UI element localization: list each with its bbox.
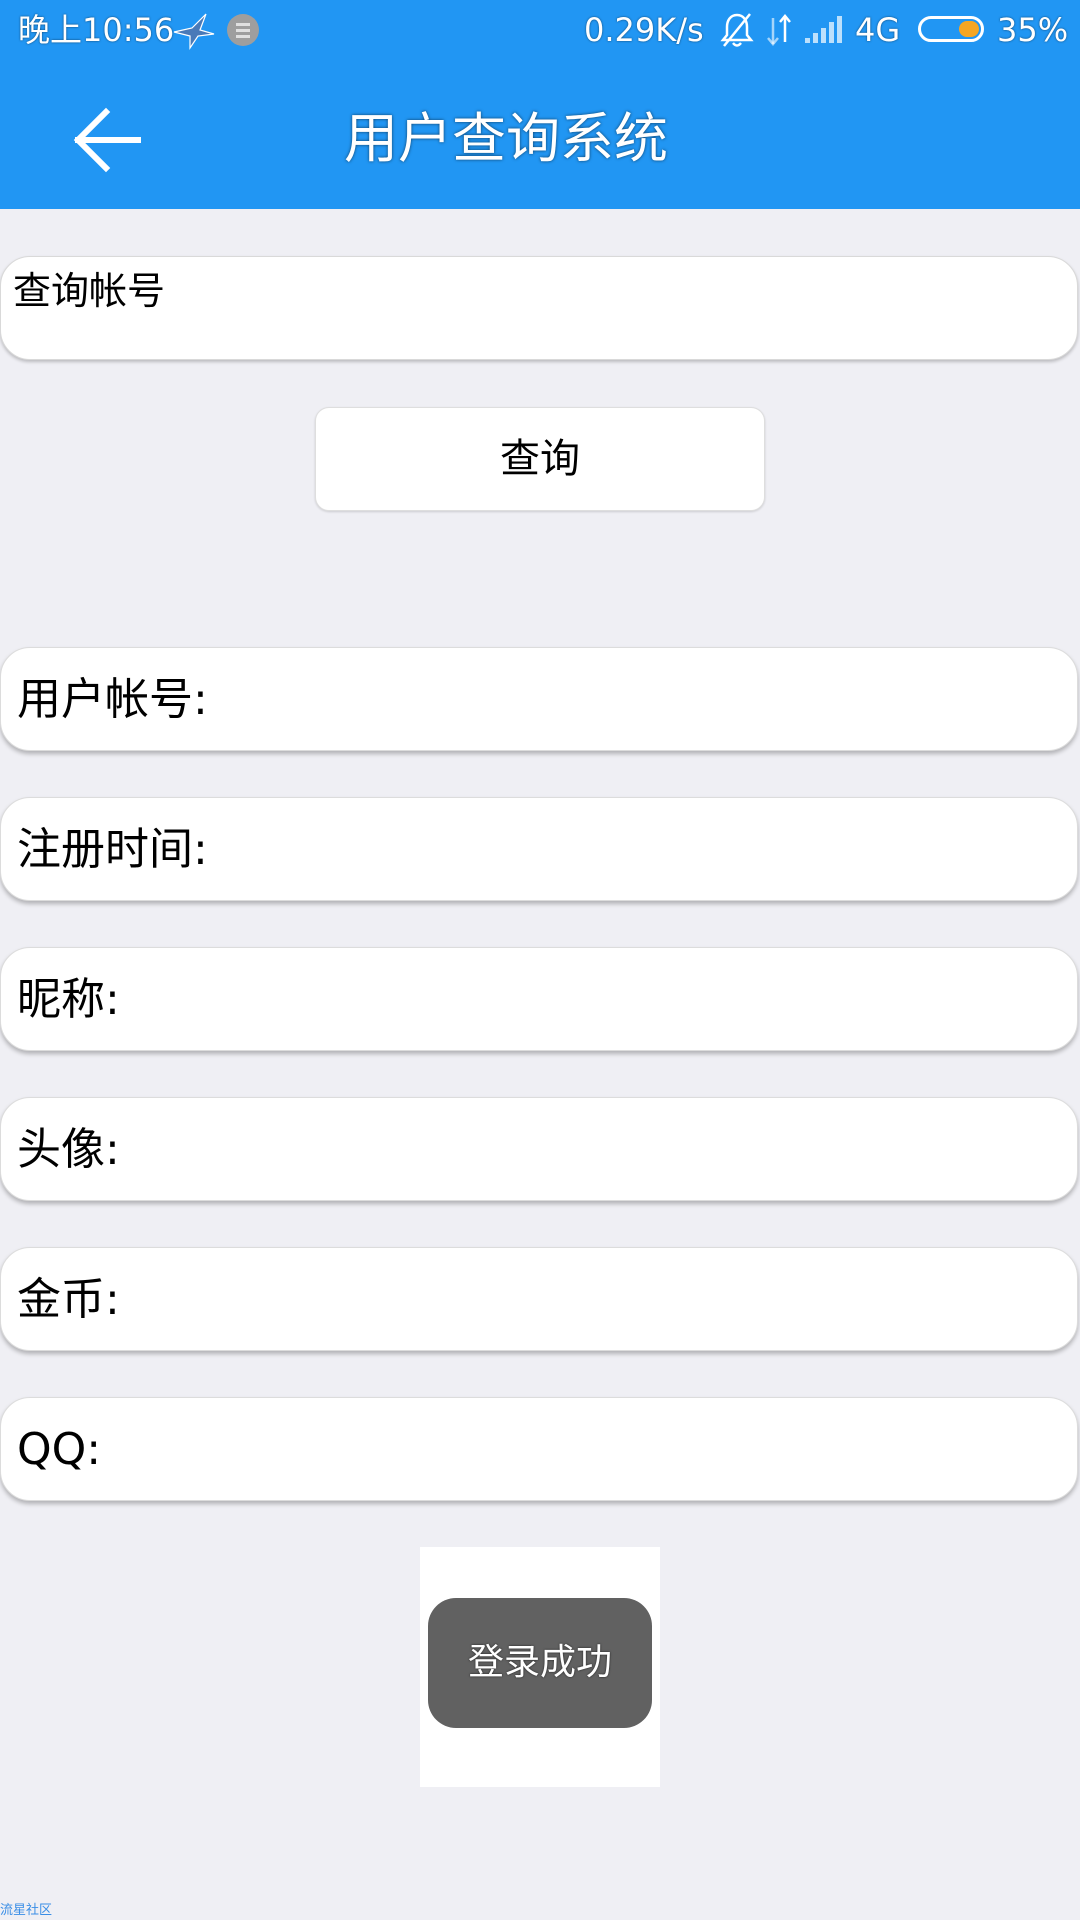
network-type: 4G xyxy=(855,11,901,49)
qq-field: QQ: xyxy=(0,1397,1078,1501)
arrow-left-icon[interactable] xyxy=(72,104,144,176)
field-label: 昵称: xyxy=(17,974,120,1025)
nickname-field: 昵称: xyxy=(0,947,1078,1051)
page-title: 用户查询系统 xyxy=(344,107,668,170)
bell-muted-icon xyxy=(720,13,754,47)
top-header: 晚上10:56 0.29K/s 4G 35% 用户查询系统 xyxy=(0,0,1080,209)
battery-icon xyxy=(918,16,984,42)
signal-icon xyxy=(805,16,842,43)
net-speed: 0.29K/s xyxy=(584,11,704,49)
avatar-field: 头像: xyxy=(0,1097,1078,1201)
field-label: 注册时间: xyxy=(17,824,208,875)
data-arrows-icon xyxy=(767,14,791,46)
status-time: 晚上10:56 xyxy=(18,11,175,49)
field-label: 头像: xyxy=(17,1124,120,1175)
app-bar: 用户查询系统 xyxy=(0,60,1080,209)
battery-level-fill xyxy=(959,21,979,37)
field-label: 金币: xyxy=(17,1274,120,1325)
notification-dot-icon xyxy=(227,14,259,46)
field-label: 用户帐号: xyxy=(17,674,208,725)
field-label: QQ: xyxy=(17,1424,102,1475)
status-bar: 晚上10:56 0.29K/s 4G 35% xyxy=(0,0,1080,60)
query-button[interactable]: 查询 xyxy=(315,407,765,511)
toast-container: 登录成功 xyxy=(420,1547,660,1787)
toast-message: 登录成功 xyxy=(428,1598,652,1728)
coins-field: 金币: xyxy=(0,1247,1078,1351)
battery-percent: 35% xyxy=(997,11,1069,49)
bird-app-icon xyxy=(173,13,215,50)
watermark: 流星社区 xyxy=(0,1903,53,1918)
user-account-field: 用户帐号: xyxy=(0,647,1078,751)
register-time-field: 注册时间: xyxy=(0,797,1078,901)
account-search-input[interactable] xyxy=(0,256,1078,360)
